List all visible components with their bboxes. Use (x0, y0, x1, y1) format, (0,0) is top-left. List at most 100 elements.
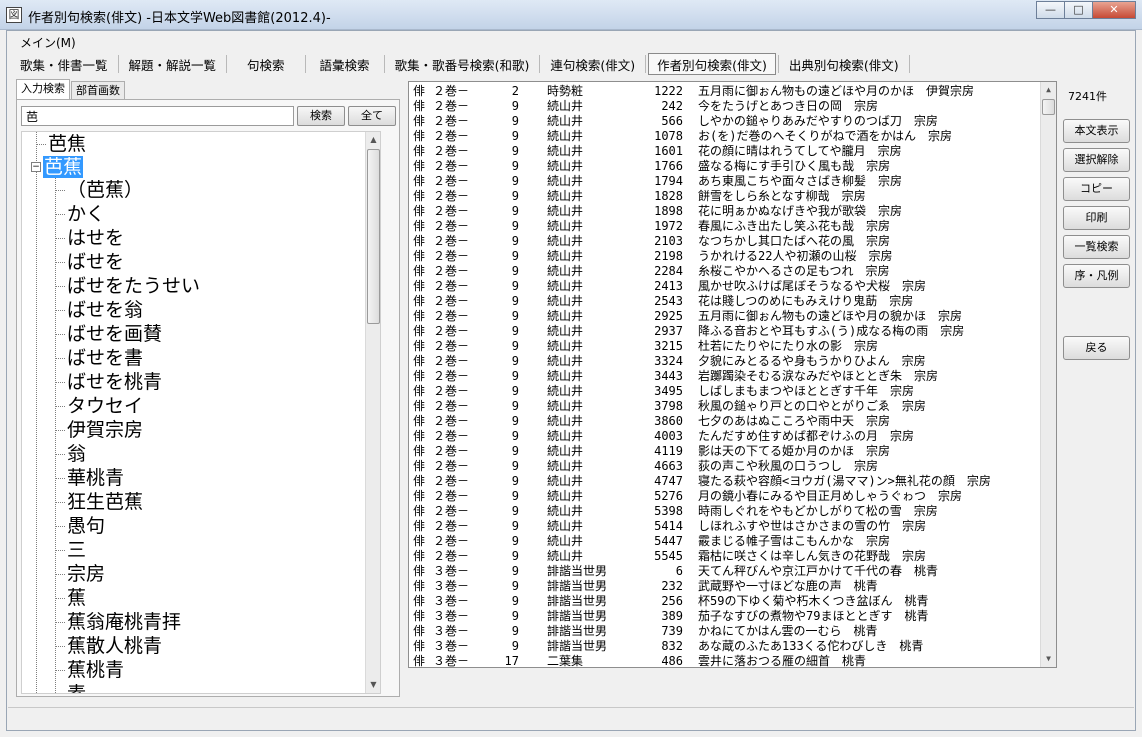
result-row[interactable]: 俳 ２巻－ 9 続山井 2543 花は賤しつのめにもみえけり鬼莇 宗房 (409, 294, 1049, 309)
tb-renku-search-button[interactable]: 連句検索(俳文) (542, 53, 643, 75)
back-button[interactable]: 戻る (1063, 336, 1130, 360)
result-row[interactable]: 俳 ２巻－ 9 続山井 2284 糸桜こやかへるさの足もつれ 宗房 (409, 264, 1049, 279)
preface-button[interactable]: 序・凡例 (1063, 264, 1130, 288)
result-row[interactable]: 俳 ２巻－ 9 続山井 3215 杜若にたりやにたり水の影 宗房 (409, 339, 1049, 354)
tree-item[interactable]: ばせをたうせい (55, 274, 200, 298)
close-button[interactable]: ✕ (1092, 1, 1136, 19)
tree-item[interactable]: 三 (55, 538, 86, 562)
tb-author-search-button[interactable]: 作者別句検索(俳文) (648, 53, 776, 75)
tree-item-selected[interactable]: 芭蕉 (36, 155, 84, 179)
result-row[interactable]: 俳 ２巻－ 9 続山井 3798 秋風の鎚ゃり戸との口やとがりごゑ 宗房 (409, 399, 1049, 414)
tree-item[interactable]: 狂生芭蕉 (55, 490, 143, 514)
show-text-button[interactable]: 本文表示 (1063, 119, 1130, 143)
print-button[interactable]: 印刷 (1063, 206, 1130, 230)
result-row[interactable]: 俳 ２巻－ 9 続山井 3860 七夕のあはぬこころや雨中天 宗房 (409, 414, 1049, 429)
result-row[interactable]: 俳 ３巻－ 9 誹諧当世男 739 かねにてかはん雲の一むら 桃青 (409, 624, 1049, 639)
search-button[interactable]: 検索 (297, 106, 345, 126)
result-row[interactable]: 俳 ３巻－ 9 誹諧当世男 832 あな蔵のふたあ133くる佗わびしき 桃青 (409, 639, 1049, 654)
result-row[interactable]: 俳 ２巻－ 9 続山井 2198 うかれける22人や初瀬の山桜 宗房 (409, 249, 1049, 264)
result-row[interactable]: 俳 ２巻－ 9 続山井 566 しやかの鎚ゃりあみだやすりのつば刀 宗房 (409, 114, 1049, 129)
result-row[interactable]: 俳 ３巻－ 17 二葉集 486 雲井に落おつる雁の細首 桃青 (409, 654, 1049, 667)
result-row[interactable]: 俳 ２巻－ 9 続山井 2937 降ふる音おとや耳もすふ(う)成なる梅の雨 宗房 (409, 324, 1049, 339)
result-row[interactable]: 俳 ２巻－ 9 続山井 4663 荻の声こや秋風の口うつし 宗房 (409, 459, 1049, 474)
result-row[interactable]: 俳 ３巻－ 9 誹諧当世男 256 杯59の下ゆく菊や朽木くつき盆ぼん 桃青 (409, 594, 1049, 609)
show-all-button[interactable]: 全て (348, 106, 396, 126)
menu-main[interactable]: メイン(M) (20, 34, 76, 51)
result-row[interactable]: 俳 ２巻－ 9 続山井 5414 しほれふすや世はさかさまの雪の竹 宗房 (409, 519, 1049, 534)
result-row[interactable]: 俳 ２巻－ 9 続山井 242 今をたうげとあつき日の岡 宗房 (409, 99, 1049, 114)
result-row[interactable]: 俳 ２巻－ 9 続山井 4003 たんだすめ住すめば都ぞけふの月 宗房 (409, 429, 1049, 444)
tree-item[interactable]: はせを (55, 226, 124, 250)
author-tree[interactable]: − 芭焦 芭蕉 （芭蕉） かく はせを ばせを ばせをたうせい ばせを翁 ばせを… (21, 131, 381, 694)
tree-item[interactable]: ばせを書 (55, 346, 143, 370)
tree-item[interactable]: かく (55, 202, 105, 226)
result-row[interactable]: 俳 ２巻－ 9 続山井 5545 霜枯に咲さくは辛しん気きの花野哉 宗房 (409, 549, 1049, 564)
scroll-down-icon[interactable]: ▼ (366, 677, 380, 693)
scroll-down-icon[interactable]: ▼ (1041, 651, 1056, 667)
tb-source-search-button[interactable]: 出典別句検索(俳文) (781, 53, 907, 75)
tree-item[interactable]: ばせを翁 (55, 298, 143, 322)
tb-anthology-list-button[interactable]: 歌集・俳書一覧 (12, 53, 116, 75)
result-row[interactable]: 俳 ３巻－ 9 誹諧当世男 232 武蔵野や一寸ほどな鹿の声 桃青 (409, 579, 1049, 594)
tree-item[interactable]: ばせを桃青 (55, 370, 162, 394)
tree-scrollbar[interactable]: ▲ ▼ (365, 132, 380, 693)
tb-verse-search-button[interactable]: 句検索 (229, 53, 303, 75)
tree-item[interactable]: 芭焦 (36, 132, 86, 156)
result-row[interactable]: 俳 ２巻－ 9 続山井 1794 あち東風こちや面々さばき柳髪 宗房 (409, 174, 1049, 189)
tree-item[interactable]: 伊賀宗房 (55, 418, 143, 442)
maximize-button[interactable]: □ (1064, 1, 1092, 19)
tree-item[interactable]: 蕉 (55, 586, 86, 610)
result-cell-vol: ２巻－ (433, 309, 470, 323)
scroll-up-icon[interactable]: ▲ (366, 132, 380, 148)
tree-item[interactable]: タウセイ (55, 394, 143, 418)
tree-item[interactable]: ばせを (55, 250, 124, 274)
result-row[interactable]: 俳 ２巻－ 9 続山井 1766 盛なる梅にす手引ひく風も哉 宗房 (409, 159, 1049, 174)
result-row[interactable]: 俳 ２巻－ 9 続山井 5447 霰まじる帷子雪はこもんかな 宗房 (409, 534, 1049, 549)
tb-vocab-search-button[interactable]: 語彙検索 (308, 53, 382, 75)
result-row[interactable]: 俳 ２巻－ 9 続山井 1898 花に明ぁかぬなげきや我が歌袋 宗房 (409, 204, 1049, 219)
result-row[interactable]: 俳 ２巻－ 9 続山井 5398 時雨しぐれをやもどかしがりて松の雪 宗房 (409, 504, 1049, 519)
scroll-thumb[interactable] (367, 149, 380, 324)
search-input[interactable] (21, 106, 294, 126)
result-row[interactable]: 俳 ２巻－ 9 続山井 1972 春風にふき出たし笑ふ花も哉 宗房 (409, 219, 1049, 234)
scroll-up-icon[interactable]: ▲ (1041, 82, 1056, 98)
tree-item[interactable]: 素 (55, 682, 86, 693)
result-row[interactable]: 俳 ２巻－ 2 時勢粧 1222 五月雨に御ぉん物もの遠どほや月のかほ 伊賀宗房 (409, 84, 1049, 99)
tree-item[interactable]: 華桃青 (55, 466, 124, 490)
tree-item[interactable]: 蕉散人桃青 (55, 634, 162, 658)
result-row[interactable]: 俳 ２巻－ 9 続山井 2413 風かせ吹ふけば尾ぼそうなるや犬桜 宗房 (409, 279, 1049, 294)
tab-radical-strokes[interactable]: 部首画数 (71, 81, 125, 99)
tree-item[interactable]: 翁 (55, 442, 86, 466)
list-search-button[interactable]: 一覧検索 (1063, 235, 1130, 259)
copy-button[interactable]: コピー (1063, 177, 1130, 201)
tree-item[interactable]: 蕉桃青 (55, 658, 124, 682)
result-row[interactable]: 俳 ２巻－ 9 続山井 2103 なつちかし其口たばへ花の風 宗房 (409, 234, 1049, 249)
result-row[interactable]: 俳 ２巻－ 9 続山井 3324 夕貌にみとるるや身もうかりひよん 宗房 (409, 354, 1049, 369)
result-row[interactable]: 俳 ２巻－ 9 続山井 4119 影は天の下てる姫か月のかほ 宗房 (409, 444, 1049, 459)
result-row[interactable]: 俳 ２巻－ 9 続山井 1828 餅雪をしら糸となす柳哉 宗房 (409, 189, 1049, 204)
result-row[interactable]: 俳 ３巻－ 9 誹諧当世男 389 茄子なすびの煮物や79まほととぎす 桃青 (409, 609, 1049, 624)
tree-item[interactable]: （芭蕉） (55, 178, 143, 202)
tb-anthology-number-search-button[interactable]: 歌集・歌番号検索(和歌) (387, 53, 538, 75)
result-row[interactable]: 俳 ２巻－ 9 続山井 4747 寝たる萩や容顔<ヨウガ(湯ママ)ン>無礼花の顔 宗房 (409, 474, 1049, 489)
result-cell-verse: 秋風の鎚ゃり戸との口やとがりごゑ 宗房 (698, 399, 926, 413)
tree-item[interactable]: 宗房 (55, 562, 105, 586)
scroll-thumb[interactable] (1042, 99, 1055, 115)
result-row[interactable]: 俳 ２巻－ 9 続山井 5276 月の鏡小春にみるや目正月めしゃうぐゎつ 宗房 (409, 489, 1049, 504)
tb-commentary-list-button[interactable]: 解題・解説一覧 (121, 53, 225, 75)
result-row[interactable]: 俳 ３巻－ 9 誹諧当世男 6 天てん秤びんや京江戸かけて千代の春 桃青 (409, 564, 1049, 579)
app-icon[interactable]: 図 (6, 7, 22, 23)
results-list[interactable]: 俳 ２巻－ 2 時勢粧 1222 五月雨に御ぉん物もの遠どほや月のかほ 伊賀宗房俳 ２巻－ 9… (408, 81, 1057, 668)
tree-item[interactable]: 愚句 (55, 514, 105, 538)
result-row[interactable]: 俳 ２巻－ 9 続山井 3495 しばしまもまつやほととぎす千年 宗房 (409, 384, 1049, 399)
tree-item[interactable]: 蕉翁庵桃青拝 (55, 610, 181, 634)
result-row[interactable]: 俳 ２巻－ 9 続山井 1078 お(を)だ巻のへそくりがねで酒をかはん 宗房 (409, 129, 1049, 144)
result-row[interactable]: 俳 ２巻－ 9 続山井 2925 五月雨に御ぉん物もの遠どほや月の貌かほ 宗房 (409, 309, 1049, 324)
result-row[interactable]: 俳 ２巻－ 9 続山井 1601 花の顔に晴はれうてしてや朧月 宗房 (409, 144, 1049, 159)
minimize-button[interactable]: — (1036, 1, 1064, 19)
clear-selection-button[interactable]: 選択解除 (1063, 148, 1130, 172)
results-scrollbar[interactable]: ▲ ▼ (1040, 82, 1056, 667)
tab-input-search[interactable]: 入力検索 (16, 79, 70, 99)
result-row[interactable]: 俳 ２巻－ 9 続山井 3443 岩躑躅染そむる涙なみだやほととぎ朱 宗房 (409, 369, 1049, 384)
tree-item[interactable]: ばせを画賛 (55, 322, 162, 346)
